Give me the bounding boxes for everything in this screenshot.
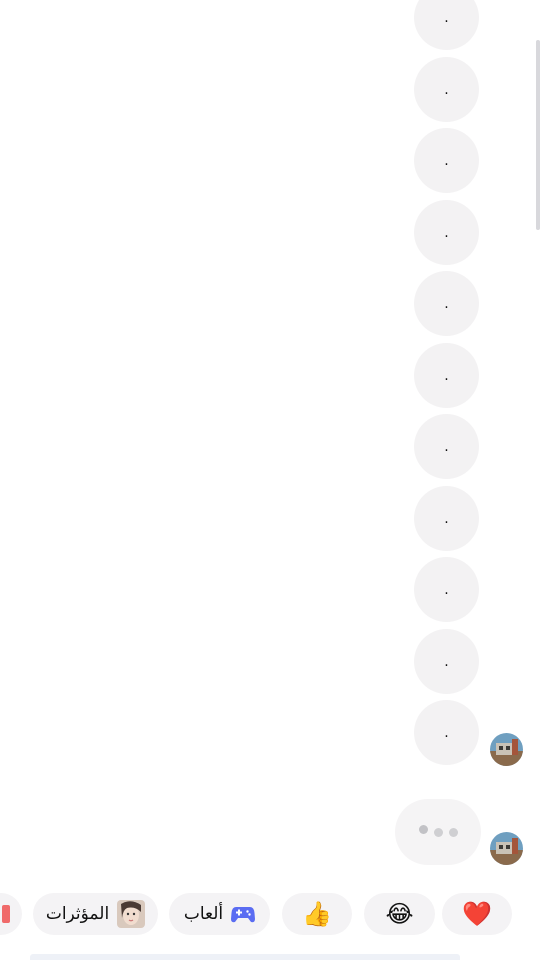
message-bubble[interactable]: . (414, 486, 479, 551)
message-text: . (444, 295, 449, 312)
chat-thread[interactable]: . . . . . . . . . . . (0, 0, 540, 880)
message-text: . (444, 724, 449, 741)
message-bubble[interactable]: . (414, 57, 479, 122)
gamepad-icon (231, 904, 256, 924)
typing-dot (418, 824, 428, 834)
message-text: . (444, 224, 449, 241)
effects-chip[interactable]: المؤثرات (33, 893, 158, 935)
message-bubble[interactable]: . (414, 700, 479, 765)
message-bubble[interactable]: . (414, 200, 479, 265)
avatar[interactable] (490, 832, 523, 865)
games-label: ألعاب (183, 904, 224, 924)
message-text: . (444, 9, 449, 26)
partial-chip[interactable] (0, 893, 22, 935)
chip-icon (2, 905, 10, 923)
tears-of-joy-icon: 😂 (385, 900, 414, 928)
message-text: . (444, 152, 449, 169)
message-text: . (444, 81, 449, 98)
heart-icon: ❤️ (462, 900, 492, 928)
effects-label: المؤثرات (45, 904, 110, 924)
message-text: . (444, 438, 449, 455)
message-bubble[interactable]: . (414, 128, 479, 193)
message-bubble[interactable]: . (414, 0, 479, 50)
message-bubble[interactable]: . (414, 629, 479, 694)
thumbs-up-chip[interactable]: 👍 (282, 893, 352, 935)
scrollbar[interactable] (536, 40, 540, 230)
avatar[interactable] (490, 733, 523, 766)
quick-reply-bar[interactable]: المؤثرات ألعاب 👍 😂 ❤️ (0, 890, 540, 938)
avatar-image (490, 832, 523, 865)
heart-chip[interactable]: ❤️ (442, 893, 512, 935)
effects-thumbnail (117, 900, 146, 928)
message-bubble[interactable]: . (414, 271, 479, 336)
avatar-image (490, 733, 523, 766)
message-input-edge[interactable] (30, 954, 460, 960)
laugh-chip[interactable]: 😂 (364, 893, 435, 935)
message-text: . (444, 367, 449, 384)
typing-dot (433, 827, 443, 837)
message-text: . (444, 510, 449, 527)
message-text: . (444, 581, 449, 598)
typing-dot (448, 827, 458, 837)
typing-indicator (395, 799, 481, 865)
message-bubble[interactable]: . (414, 557, 479, 622)
games-chip[interactable]: ألعاب (169, 893, 270, 935)
message-bubble[interactable]: . (414, 414, 479, 479)
message-bubble[interactable]: . (414, 343, 479, 408)
message-text: . (444, 653, 449, 670)
thumbs-up-icon: 👍 (302, 900, 332, 928)
